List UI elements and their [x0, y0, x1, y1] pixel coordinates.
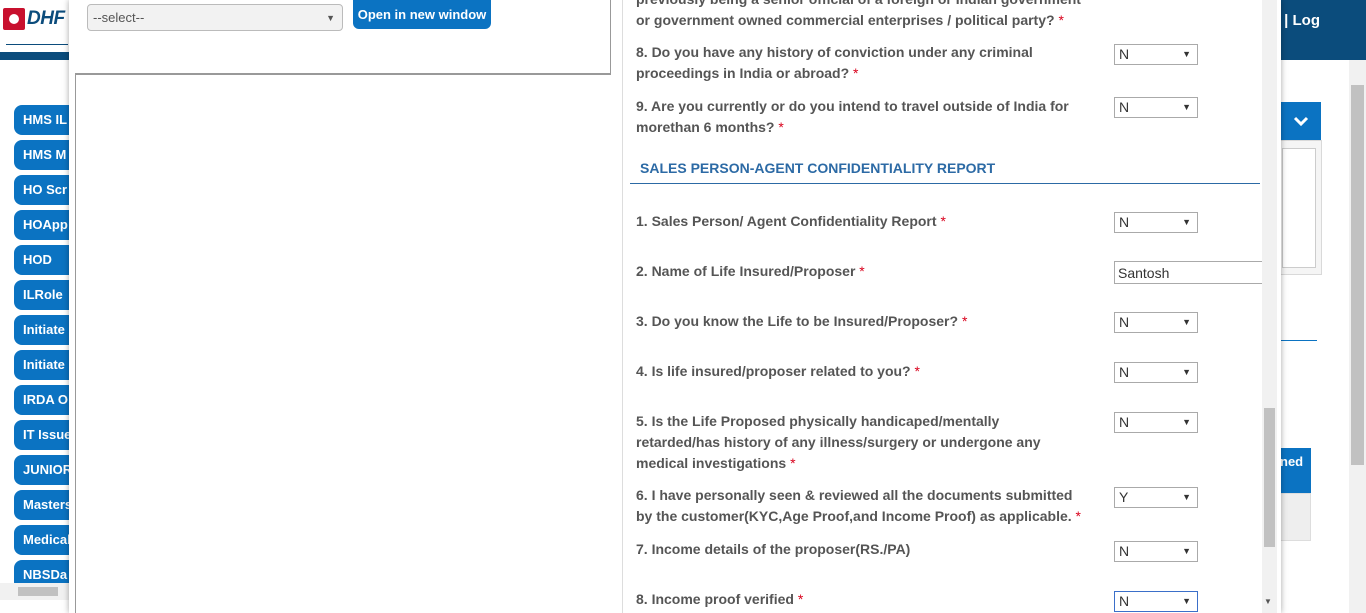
question-confidentiality-report: 1. Sales Person/ Agent Confidentiality R…: [636, 211, 946, 232]
sidebar: HMS IL HMS M HO Scr HOApp HOD ILRole Ini…: [0, 60, 82, 613]
conviction-select-value: N: [1119, 46, 1130, 62]
question-label: 3. Do you know the Life to be Insured/Pr…: [636, 313, 959, 329]
scroll-down-arrow-icon[interactable]: ▼: [1264, 597, 1272, 606]
question-travel-line1: 9. Are you currently or do you intend to…: [636, 98, 1069, 114]
question-label: 1. Sales Person/ Agent Confidentiality R…: [636, 213, 937, 229]
conviction-select[interactable]: N ▼: [1114, 44, 1198, 65]
question-insured-name: 2. Name of Life Insured/Proposer *: [636, 261, 865, 282]
confidentiality-report-select[interactable]: N ▼: [1114, 212, 1198, 233]
panel-toggle-button[interactable]: [1280, 102, 1321, 140]
related-select[interactable]: N ▼: [1114, 362, 1198, 383]
question-label: 7. Income details of the proposer(RS./PA…: [636, 541, 911, 557]
documents-reviewed-select[interactable]: Y ▼: [1114, 487, 1198, 508]
select-value: N: [1119, 364, 1130, 380]
dropdown-arrow-icon: ▼: [1182, 217, 1191, 227]
right-panel-tab[interactable]: ned: [1280, 448, 1311, 493]
question-handicap-line1: 5. Is the Life Proposed physically handi…: [636, 413, 1000, 429]
select-value: N: [1119, 414, 1130, 430]
dropdown-arrow-icon: ▼: [1182, 317, 1191, 327]
question-partial-line1: previously being a senior official of a …: [636, 0, 1081, 10]
required-marker: *: [790, 455, 796, 471]
know-insured-select[interactable]: N ▼: [1114, 312, 1198, 333]
select-value: N: [1119, 314, 1130, 330]
required-marker: *: [961, 313, 968, 329]
dropdown-arrow-icon: ▼: [1182, 596, 1191, 606]
question-handicap-line2: retarded/has history of any illness/surg…: [636, 434, 1041, 450]
right-panel-textarea[interactable]: [1282, 148, 1316, 268]
sidebar-horizontal-scrollbar[interactable]: [0, 583, 75, 600]
section-title: SALES PERSON-AGENT CONFIDENTIALITY REPOR…: [640, 160, 996, 176]
required-marker: *: [797, 591, 804, 607]
question-conviction: 8. Do you have any history of conviction…: [636, 42, 1033, 84]
income-details-select[interactable]: N ▼: [1114, 541, 1198, 562]
question-income-proof: 8. Income proof verified *: [636, 589, 803, 610]
dropdown-arrow-icon: ▼: [1182, 367, 1191, 377]
question-partial: previously being a senior official of a …: [636, 0, 1081, 31]
question-label: 8. Income proof verified: [636, 591, 794, 607]
dropdown-arrow-icon: ▼: [1182, 492, 1191, 502]
chevron-down-icon: [1293, 116, 1308, 127]
open-in-new-window-button[interactable]: Open in new window: [353, 0, 491, 29]
question-documents-reviewed: 6. I have personally seen & reviewed all…: [636, 485, 1081, 527]
select-value: Y: [1119, 489, 1129, 505]
document-select-value: --select--: [93, 10, 145, 25]
income-proof-select[interactable]: N ▼: [1114, 591, 1198, 612]
right-panel-divider: [1280, 340, 1317, 341]
question-travel: 9. Are you currently or do you intend to…: [636, 96, 1069, 138]
travel-select[interactable]: N ▼: [1114, 97, 1198, 118]
question-conviction-line2: proceedings in India or abroad?: [636, 65, 850, 81]
logout-link[interactable]: | Log: [1284, 12, 1320, 29]
logo-mark-icon: [3, 8, 25, 30]
right-panel-grey-box: [1280, 493, 1311, 541]
header-right-area: [1276, 0, 1366, 60]
question-income-details: 7. Income details of the proposer(RS./PA…: [636, 539, 910, 560]
question-handicap-line3: medical investigations: [636, 455, 787, 471]
dropdown-arrow-icon: ▼: [1182, 546, 1191, 556]
logo-underline: [6, 44, 68, 45]
required-marker: *: [1058, 12, 1064, 28]
right-panel-tab-label: ned: [1280, 454, 1304, 469]
handicap-select[interactable]: N ▼: [1114, 412, 1198, 433]
question-travel-line2: morethan 6 months?: [636, 119, 775, 135]
page-scrollbar-thumb[interactable]: [1351, 85, 1364, 465]
logo-text: DHF: [27, 8, 65, 29]
dropdown-arrow-icon: ▼: [1182, 102, 1191, 112]
dropdown-arrow-icon: ▼: [1182, 49, 1191, 59]
company-logo: DHF: [3, 8, 65, 30]
modal-scrollbar-thumb[interactable]: [1264, 408, 1275, 547]
question-handicap: 5. Is the Life Proposed physically handi…: [636, 411, 1041, 474]
insured-name-input[interactable]: Santosh: [1114, 261, 1264, 284]
travel-select-value: N: [1119, 99, 1130, 115]
required-marker: *: [859, 263, 865, 279]
question-label: 2. Name of Life Insured/Proposer: [636, 263, 856, 279]
select-value: N: [1119, 214, 1130, 230]
document-select[interactable]: --select-- ▼: [87, 4, 343, 31]
question-label: 4. Is life insured/proposer related to y…: [636, 363, 911, 379]
question-documents-line1: 6. I have personally seen & reviewed all…: [636, 487, 1073, 503]
section-divider: [630, 183, 1260, 184]
question-know-insured: 3. Do you know the Life to be Insured/Pr…: [636, 311, 967, 332]
document-viewer-frame[interactable]: [75, 73, 611, 613]
required-marker: *: [940, 213, 946, 229]
required-marker: *: [914, 363, 920, 379]
question-documents-line2: by the customer(KYC,Age Proof,and Income…: [636, 508, 1072, 524]
dropdown-arrow-icon: ▼: [326, 13, 335, 23]
required-marker: *: [853, 65, 859, 81]
dropdown-arrow-icon: ▼: [1182, 417, 1191, 427]
required-marker: *: [1075, 508, 1081, 524]
select-value: N: [1119, 543, 1130, 559]
question-related: 4. Is life insured/proposer related to y…: [636, 361, 920, 382]
required-marker: *: [778, 119, 784, 135]
question-conviction-line1: 8. Do you have any history of conviction…: [636, 44, 1033, 60]
select-value: N: [1119, 593, 1130, 609]
question-partial-line2: or government owned commercial enterpris…: [636, 12, 1055, 28]
